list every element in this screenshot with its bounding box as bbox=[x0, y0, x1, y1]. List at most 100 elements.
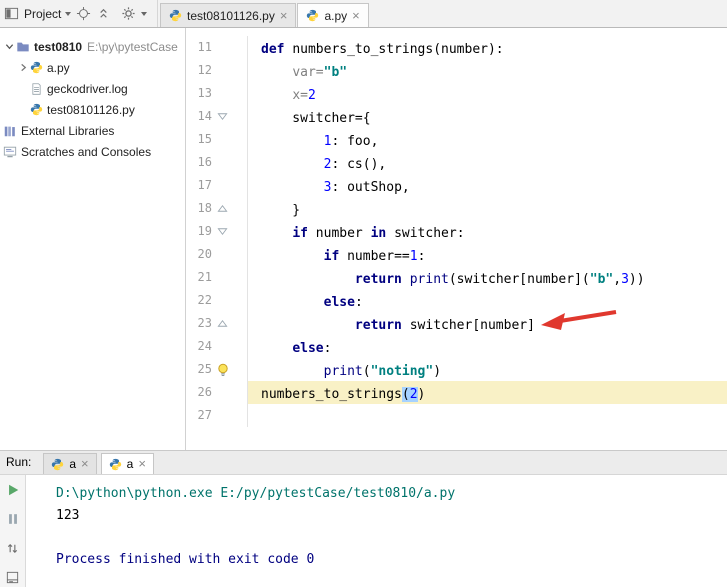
editor-gutter[interactable]: 19 bbox=[186, 220, 248, 243]
locate-file-icon[interactable] bbox=[76, 5, 91, 23]
editor-gutter[interactable]: 22 bbox=[186, 289, 248, 312]
tree-item-external-libraries[interactable]: External Libraries bbox=[0, 120, 185, 141]
code-area[interactable]: print("noting") bbox=[248, 358, 727, 381]
code-area[interactable]: return print(switcher[number]("b",3)) bbox=[248, 266, 727, 289]
editor-gutter[interactable]: 20 bbox=[186, 243, 248, 266]
tree-item-scratches-and-consoles[interactable]: Scratches and Consoles bbox=[0, 141, 185, 162]
code-line-25[interactable]: 25 print("noting") bbox=[186, 358, 727, 381]
editor-gutter[interactable]: 27 bbox=[186, 404, 248, 427]
tree-item-test08101126.py[interactable]: test08101126.py bbox=[0, 99, 185, 120]
code-area[interactable] bbox=[248, 404, 727, 427]
line-number[interactable]: 15 bbox=[186, 128, 212, 151]
editor-gutter[interactable]: 23 bbox=[186, 312, 248, 335]
line-number[interactable]: 14 bbox=[186, 105, 212, 128]
line-number[interactable]: 18 bbox=[186, 197, 212, 220]
editor-gutter[interactable]: 17 bbox=[186, 174, 248, 197]
editor-gutter[interactable]: 21 bbox=[186, 266, 248, 289]
line-number[interactable]: 25 bbox=[186, 358, 212, 381]
code-editor[interactable]: 11 def numbers_to_strings(number): 12 var=… bbox=[186, 28, 727, 450]
gutter-marker[interactable] bbox=[212, 266, 247, 289]
code-line-23[interactable]: 23 return switcher[number] bbox=[186, 312, 727, 335]
code-area[interactable]: 1: foo, bbox=[248, 128, 727, 151]
code-area[interactable]: if number in switcher: bbox=[248, 220, 727, 243]
gutter-marker[interactable] bbox=[212, 197, 247, 220]
code-area[interactable]: switcher={ bbox=[248, 105, 727, 128]
editor-gutter[interactable]: 16 bbox=[186, 151, 248, 174]
line-number[interactable]: 20 bbox=[186, 243, 212, 266]
collapse-all-icon[interactable] bbox=[96, 5, 111, 23]
gutter-marker[interactable] bbox=[212, 174, 247, 197]
code-area[interactable]: else: bbox=[248, 289, 727, 312]
line-number[interactable]: 21 bbox=[186, 266, 212, 289]
line-number[interactable]: 11 bbox=[186, 36, 212, 59]
editor-gutter[interactable]: 12 bbox=[186, 59, 248, 82]
editor-gutter[interactable]: 26 bbox=[186, 381, 248, 404]
gutter-marker[interactable] bbox=[212, 36, 247, 59]
restore-layout-icon[interactable] bbox=[4, 539, 22, 557]
line-number[interactable]: 22 bbox=[186, 289, 212, 312]
gutter-marker[interactable] bbox=[212, 151, 247, 174]
gutter-marker[interactable] bbox=[212, 105, 247, 128]
project-view-dropdown[interactable]: Project bbox=[24, 7, 72, 21]
code-line-15[interactable]: 15 1: foo, bbox=[186, 128, 727, 151]
close-icon[interactable]: × bbox=[138, 457, 146, 470]
editor-gutter[interactable]: 15 bbox=[186, 128, 248, 151]
close-icon[interactable]: × bbox=[81, 457, 89, 470]
tree-item-a.py[interactable]: a.py bbox=[0, 57, 185, 78]
editor-gutter[interactable]: 24 bbox=[186, 335, 248, 358]
editor-tab-a.py[interactable]: a.py × bbox=[297, 3, 369, 27]
gutter-marker[interactable] bbox=[212, 312, 247, 335]
editor-gutter[interactable]: 13 bbox=[186, 82, 248, 105]
code-area[interactable]: def numbers_to_strings(number): bbox=[248, 36, 727, 59]
code-line-20[interactable]: 20 if number==1: bbox=[186, 243, 727, 266]
gutter-marker[interactable] bbox=[212, 128, 247, 151]
line-number[interactable]: 24 bbox=[186, 335, 212, 358]
console-output[interactable]: D:\python\python.exe E:/py/pytestCase/te… bbox=[26, 475, 727, 587]
tree-item-test0810[interactable]: test0810 E:\py\pytestCase bbox=[0, 36, 185, 57]
code-line-22[interactable]: 22 else: bbox=[186, 289, 727, 312]
code-line-19[interactable]: 19 if number in switcher: bbox=[186, 220, 727, 243]
code-line-24[interactable]: 24 else: bbox=[186, 335, 727, 358]
editor-gutter[interactable]: 18 bbox=[186, 197, 248, 220]
code-area[interactable]: numbers_to_strings(2) bbox=[248, 381, 727, 404]
gutter-marker[interactable] bbox=[212, 381, 247, 404]
close-icon[interactable]: × bbox=[352, 9, 360, 22]
code-area[interactable]: x=2 bbox=[248, 82, 727, 105]
code-line-27[interactable]: 27 bbox=[186, 404, 727, 427]
line-number[interactable]: 19 bbox=[186, 220, 212, 243]
gutter-marker[interactable] bbox=[212, 289, 247, 312]
code-area[interactable]: 2: cs(), bbox=[248, 151, 727, 174]
run-tab-a[interactable]: a × bbox=[43, 453, 97, 474]
code-line-12[interactable]: 12 var="b" bbox=[186, 59, 727, 82]
editor-tab-test08101126.py[interactable]: test08101126.py × bbox=[160, 3, 297, 27]
code-area[interactable]: else: bbox=[248, 335, 727, 358]
gutter-marker[interactable] bbox=[212, 220, 247, 243]
line-number[interactable]: 13 bbox=[186, 82, 212, 105]
settings-gear-icon[interactable] bbox=[121, 5, 136, 23]
code-line-18[interactable]: 18 } bbox=[186, 197, 727, 220]
tree-item-geckodriver.log[interactable]: geckodriver.log bbox=[0, 78, 185, 99]
pause-output-icon[interactable] bbox=[4, 510, 22, 528]
rerun-button[interactable] bbox=[4, 481, 22, 499]
console-window-icon[interactable] bbox=[4, 568, 22, 586]
code-line-13[interactable]: 13 x=2 bbox=[186, 82, 727, 105]
line-number[interactable]: 16 bbox=[186, 151, 212, 174]
code-line-17[interactable]: 17 3: outShop, bbox=[186, 174, 727, 197]
gutter-marker[interactable] bbox=[212, 59, 247, 82]
code-line-14[interactable]: 14 switcher={ bbox=[186, 105, 727, 128]
gutter-marker[interactable] bbox=[212, 82, 247, 105]
code-area[interactable]: if number==1: bbox=[248, 243, 727, 266]
code-area[interactable]: } bbox=[248, 197, 727, 220]
gutter-marker[interactable] bbox=[212, 335, 247, 358]
line-number[interactable]: 23 bbox=[186, 312, 212, 335]
code-area[interactable]: var="b" bbox=[248, 59, 727, 82]
code-area[interactable]: 3: outShop, bbox=[248, 174, 727, 197]
code-line-21[interactable]: 21 return print(switcher[number]("b",3)) bbox=[186, 266, 727, 289]
editor-gutter[interactable]: 14 bbox=[186, 105, 248, 128]
editor-gutter[interactable]: 11 bbox=[186, 36, 248, 59]
gutter-marker[interactable] bbox=[212, 358, 247, 381]
code-area[interactable]: return switcher[number] bbox=[248, 312, 727, 335]
gutter-marker[interactable] bbox=[212, 404, 247, 427]
line-number[interactable]: 12 bbox=[186, 59, 212, 82]
code-line-11[interactable]: 11 def numbers_to_strings(number): bbox=[186, 36, 727, 59]
